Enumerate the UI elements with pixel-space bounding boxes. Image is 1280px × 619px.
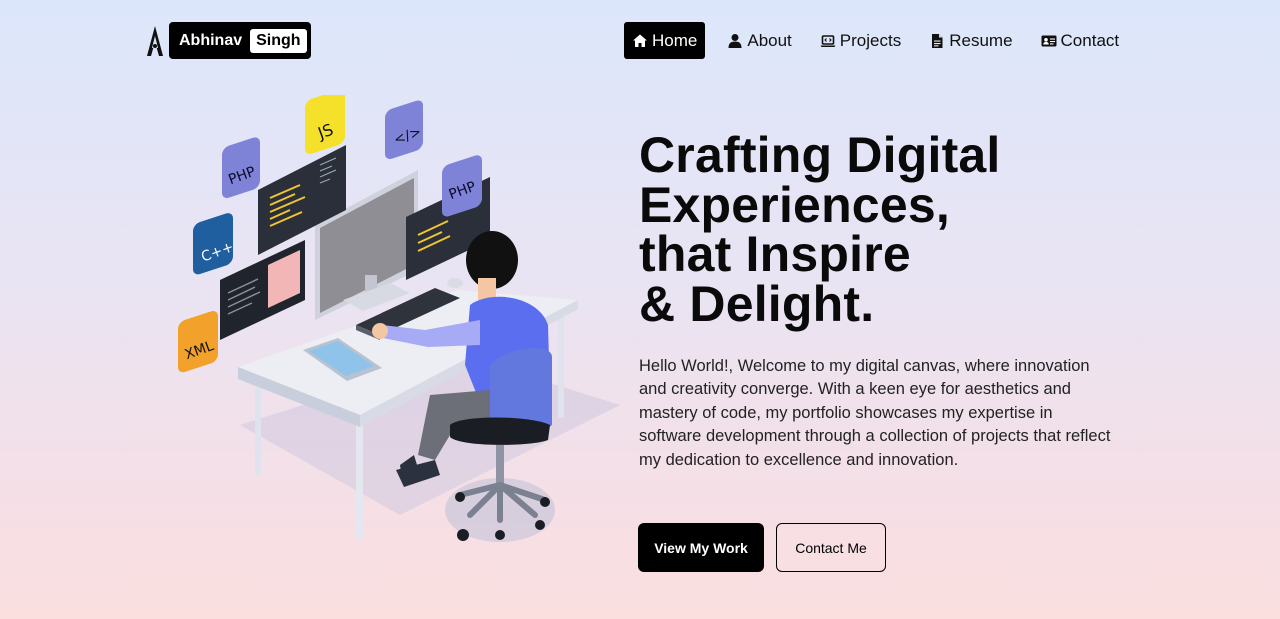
hero-title-line: & Delight.	[639, 275, 875, 332]
nav-item-projects[interactable]: Projects	[812, 22, 909, 59]
user-icon	[728, 33, 742, 48]
developer-illustration: PHP JS </> PHP C++ XML	[178, 95, 620, 542]
laptop-code-icon	[820, 34, 836, 47]
nav-item-home[interactable]: Home	[624, 22, 706, 59]
hero-section: Crafting Digital Experiences, that Inspi…	[639, 127, 1139, 472]
php-badge-left: PHP	[222, 137, 260, 198]
file-icon	[932, 33, 943, 48]
brand-first-name: Abhinav	[179, 31, 243, 49]
cpp-badge: C++	[193, 213, 236, 275]
view-my-work-button[interactable]: View My Work	[638, 523, 764, 572]
brand-name-box: Abhinav Singh	[169, 22, 311, 59]
id-card-icon	[1041, 35, 1057, 46]
xml-badge: XML	[178, 311, 218, 373]
brand-last-name: Singh	[250, 28, 307, 53]
nav-item-resume[interactable]: Resume	[921, 22, 1020, 59]
nav-item-contact[interactable]: Contact	[1033, 22, 1128, 59]
hero-description: Hello World!, Welcome to my digital canv…	[639, 357, 1111, 469]
hero-title: Crafting Digital Experiences, that Inspi…	[639, 127, 1139, 332]
brand-logo-icon	[147, 25, 163, 56]
js-badge: JS	[305, 95, 345, 154]
nav-links: Home About Projects Resume Contact	[624, 22, 1139, 59]
contact-me-button[interactable]: Contact Me	[776, 523, 886, 572]
brand[interactable]: Abhinav Singh	[145, 22, 311, 59]
nav-item-label: Resume	[949, 30, 1013, 50]
nav-item-label: Home	[652, 30, 698, 50]
nav-item-label: Projects	[839, 30, 902, 50]
nav-item-label: Contact	[1060, 30, 1120, 50]
nav-item-label: About	[747, 30, 792, 50]
home-icon	[633, 34, 647, 47]
hero-title-line: Experiences,	[639, 176, 950, 233]
top-nav: Abhinav Singh Home About Projects Resume…	[0, 0, 1280, 80]
hero-title-line: that Inspire	[639, 226, 911, 282]
nav-item-about[interactable]: About	[719, 22, 799, 59]
hero-buttons: View My Work Contact Me	[638, 523, 886, 572]
code-tag-badge: </>	[385, 100, 424, 159]
hero-title-line: Crafting Digital	[639, 127, 1001, 183]
